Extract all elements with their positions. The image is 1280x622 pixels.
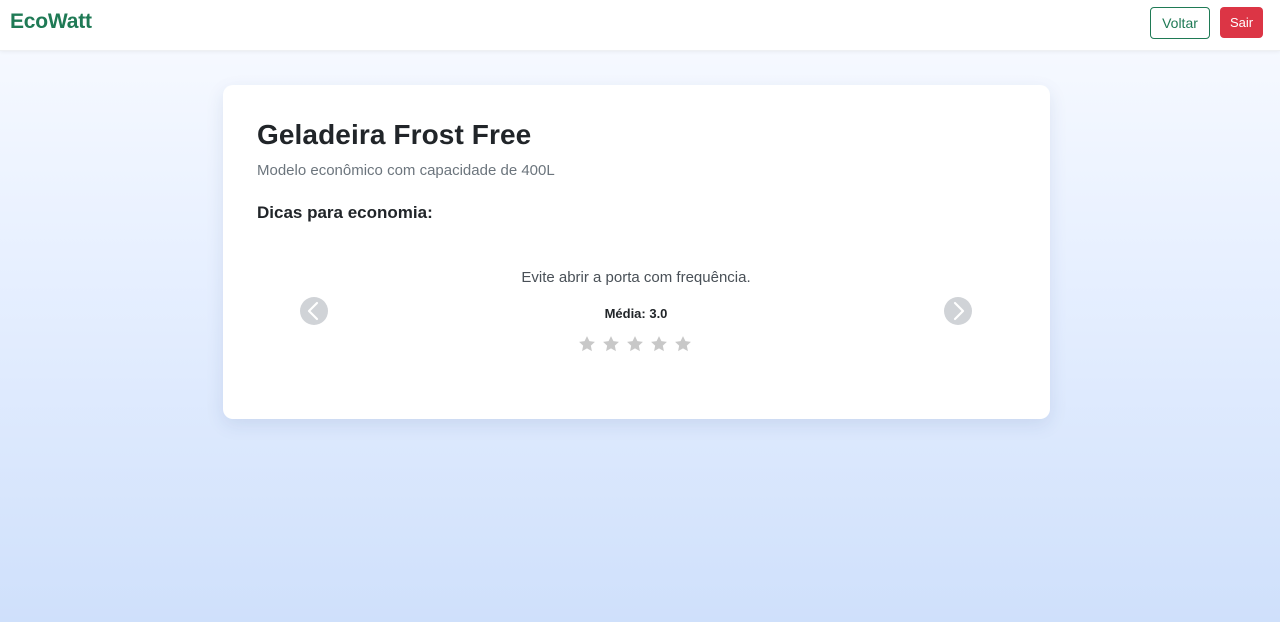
chevron-right-icon — [953, 301, 965, 321]
carousel-next-button[interactable] — [944, 297, 972, 325]
tips-carousel: Evite abrir a porta com frequência. Médi… — [293, 245, 979, 375]
star-icon[interactable] — [601, 333, 621, 355]
average-rating: Média: 3.0 — [604, 306, 668, 321]
tip-text: Evite abrir a porta com frequência. — [521, 269, 751, 286]
appliance-description: Modelo econômico com capacidade de 400L — [257, 162, 555, 179]
star-icon[interactable] — [673, 333, 693, 355]
back-button[interactable]: Voltar — [1150, 7, 1210, 39]
brand-logo[interactable]: EcoWatt — [10, 10, 92, 34]
star-icon[interactable] — [577, 333, 597, 355]
tips-heading: Dicas para economia: — [257, 203, 433, 222]
logout-button[interactable]: Sair — [1220, 7, 1263, 38]
star-rating[interactable] — [577, 333, 697, 357]
top-navbar: EcoWatt Voltar Sair — [0, 0, 1280, 51]
appliance-card: Geladeira Frost Free Modelo econômico co… — [223, 85, 1050, 419]
star-icon[interactable] — [649, 333, 669, 355]
star-icon[interactable] — [625, 333, 645, 355]
page-title: Geladeira Frost Free — [257, 119, 532, 150]
